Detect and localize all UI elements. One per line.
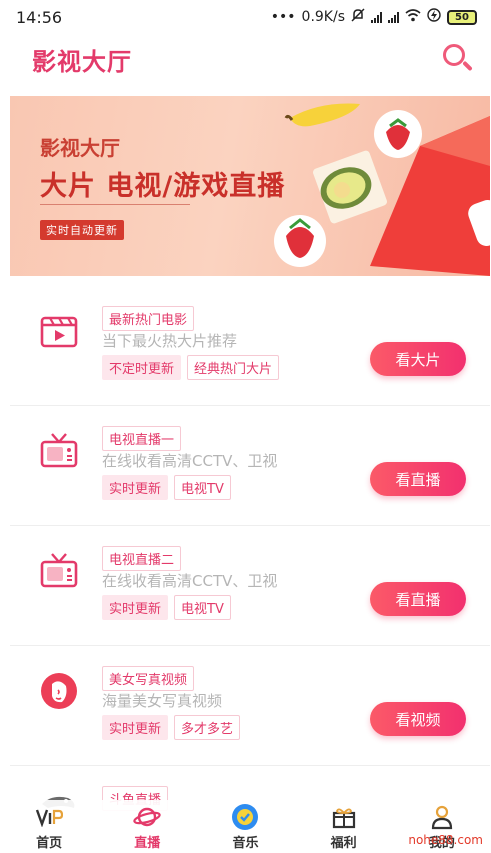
card-tag: 经典热门大片 [187, 355, 280, 380]
status-time: 14:56 [16, 7, 63, 27]
nav-item-welfare[interactable]: 福利 [304, 800, 384, 853]
banner-divider [40, 204, 190, 205]
nav-label: 福利 [330, 836, 357, 851]
nav-label: 首页 [36, 836, 63, 851]
music-icon [231, 804, 259, 830]
app-header: 影视大厅 [0, 34, 491, 84]
signal-icon [371, 11, 382, 23]
card-tag: 实时更新 [102, 595, 169, 620]
card-tags: 实时更新 多才多艺 [102, 715, 241, 740]
status-bar: 14:56 ••• 0.9K/s 50 [0, 0, 491, 34]
card-tags: 实时更新 电视TV [102, 595, 231, 620]
banner-title: 大片 电视/游戏直播 [40, 171, 286, 202]
fruit-illustration [274, 103, 490, 276]
vip-icon [35, 804, 64, 830]
watch-live-button[interactable]: 看直播 [370, 462, 466, 496]
watch-video-button[interactable]: 看视频 [370, 702, 466, 736]
card-tag: 电视TV [174, 475, 231, 500]
card-tags: 不定时更新 经典热门大片 [102, 355, 280, 380]
watch-movie-button[interactable]: 看大片 [370, 342, 466, 376]
status-indicators: ••• 0.9K/s 50 [271, 8, 477, 26]
status-dots: ••• [270, 9, 296, 25]
card-tag: 多才多艺 [174, 715, 241, 740]
banner-subtitle: 影视大厅 [40, 136, 120, 160]
movie-clapper-icon [38, 310, 80, 352]
nav-item-live[interactable]: 直播 [107, 800, 187, 853]
list-item[interactable]: 最新热门电影 当下最火热大片推荐 不定时更新 经典热门大片 看大片 [10, 286, 490, 406]
card-title: 美女写真视频 [102, 666, 195, 691]
card-tag: 实时更新 [102, 715, 169, 740]
tv-icon [38, 550, 80, 592]
nav-item-home[interactable]: 首页 [9, 800, 89, 853]
list-item[interactable]: 电视直播二 在线收看高清CCTV、卫视 实时更新 电视TV 看直播 [10, 526, 490, 646]
charging-icon [427, 8, 441, 26]
planet-icon [133, 804, 161, 830]
card-description: 当下最火热大片推荐 [102, 332, 238, 350]
card-description: 在线收看高清CCTV、卫视 [102, 452, 278, 470]
page-title: 影视大厅 [32, 47, 132, 76]
tv-icon [38, 430, 80, 472]
list-item[interactable]: 电视直播一 在线收看高清CCTV、卫视 实时更新 电视TV 看直播 [10, 406, 490, 526]
mute-icon [351, 8, 365, 26]
card-description: 海量美女写真视频 [102, 692, 223, 710]
network-speed: 0.9K/s [301, 9, 345, 25]
card-title: 最新热门电影 [102, 306, 195, 331]
card-tag: 实时更新 [102, 475, 169, 500]
card-title: 电视直播二 [102, 546, 182, 571]
list-item[interactable]: 美女写真视频 海量美女写真视频 实时更新 多才多艺 看视频 [10, 646, 490, 766]
card-title: 电视直播一 [102, 426, 182, 451]
nav-item-music[interactable]: 音乐 [205, 800, 285, 853]
woman-face-icon [38, 670, 80, 712]
card-tag: 不定时更新 [102, 355, 182, 380]
watch-live-button[interactable]: 看直播 [370, 582, 466, 616]
card-tag: 电视TV [174, 595, 231, 620]
watermark: nohe88.com [408, 833, 483, 847]
nav-label: 音乐 [232, 836, 259, 851]
battery-icon: 50 [447, 9, 477, 25]
card-tags: 实时更新 电视TV [102, 475, 231, 500]
feature-list: 最新热门电影 当下最火热大片推荐 不定时更新 经典热门大片 看大片 电视直播一 … [10, 286, 490, 853]
signal-icon-2 [388, 11, 399, 23]
banner-tag: 实时自动更新 [40, 220, 124, 240]
user-icon [428, 804, 456, 830]
search-icon[interactable] [441, 42, 475, 76]
nav-label: 直播 [134, 836, 161, 851]
card-description: 在线收看高清CCTV、卫视 [102, 572, 278, 590]
wifi-icon [405, 8, 421, 26]
gift-icon [330, 804, 358, 830]
promo-banner[interactable]: 影视大厅 大片 电视/游戏直播 实时自动更新 [10, 96, 490, 276]
